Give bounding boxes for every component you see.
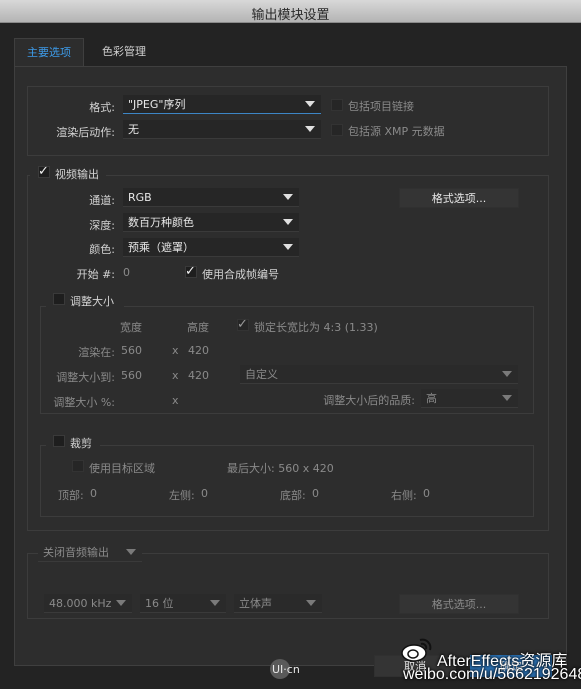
checkmark-icon: ✓ — [237, 317, 248, 332]
final-size-label: 最后大小: 560 x 420 — [227, 462, 334, 475]
audio-mode-value: 关闭音频输出 — [43, 546, 109, 559]
post-render-label: 渲染后动作: — [56, 126, 115, 139]
crop-right-label: 右侧: — [391, 489, 417, 502]
color-value: 预乘（遮罩） — [128, 241, 194, 254]
resize-checkbox[interactable] — [53, 293, 65, 305]
chevron-down-icon — [283, 244, 293, 250]
format-value: "JPEG"序列 — [128, 98, 186, 111]
resize-quality-value: 高 — [426, 392, 437, 405]
resize-percent-x: x — [172, 394, 179, 407]
chevron-down-icon — [502, 371, 512, 377]
crop-bottom-value[interactable]: 0 — [312, 487, 319, 500]
audio-rate-value: 48.000 kHz — [49, 597, 112, 610]
post-render-value: 无 — [128, 123, 139, 136]
crop-label: 裁剪 — [70, 437, 92, 450]
audio-rate-dropdown[interactable]: 48.000 kHz — [44, 594, 132, 613]
chevron-down-icon — [305, 101, 315, 107]
post-render-dropdown[interactable]: 无 — [123, 120, 321, 139]
channels-dropdown[interactable]: RGB — [123, 188, 299, 207]
resize-to-width[interactable]: 560 — [121, 369, 142, 382]
video-output-label: 视频输出 — [55, 168, 99, 181]
chevron-down-icon — [306, 600, 316, 606]
render-at-width: 560 — [121, 344, 142, 357]
format-label: 格式: — [89, 101, 115, 114]
audio-mode-dropdown[interactable]: 关闭音频输出 — [38, 543, 142, 562]
audio-bits-dropdown[interactable]: 16 位 — [140, 594, 226, 613]
resize-to-height[interactable]: 420 — [188, 369, 209, 382]
chevron-down-icon — [126, 549, 136, 555]
format-dropdown[interactable]: "JPEG"序列 — [123, 95, 321, 114]
include-project-link-checkbox[interactable] — [331, 99, 343, 111]
crop-checkbox[interactable] — [53, 435, 65, 447]
audio-bits-value: 16 位 — [145, 597, 174, 610]
crop-section — [40, 445, 534, 517]
crop-top-value[interactable]: 0 — [90, 487, 97, 500]
crop-left-label: 左侧: — [169, 489, 195, 502]
include-xmp-label: 包括源 XMP 元数据 — [348, 125, 445, 138]
use-roi-label: 使用目标区域 — [89, 462, 155, 475]
tab-bar: 主要选项 色彩管理 — [14, 38, 567, 66]
crop-top-label: 顶部: — [58, 489, 84, 502]
render-at-height: 420 — [188, 344, 209, 357]
checkmark-icon: ✓ — [185, 264, 196, 279]
title-bar: 输出模块设置 — [0, 0, 581, 23]
chevron-down-icon — [210, 600, 220, 606]
tab-main-options[interactable]: 主要选项 — [14, 38, 84, 66]
use-roi-checkbox[interactable] — [72, 460, 84, 472]
depth-dropdown[interactable]: 数百万种颜色 — [123, 213, 299, 232]
tab-color-management[interactable]: 色彩管理 — [86, 38, 162, 66]
audio-channels-value: 立体声 — [239, 597, 272, 610]
audio-channels-dropdown[interactable]: 立体声 — [234, 594, 322, 613]
render-at-x: x — [172, 344, 179, 357]
crop-left-value[interactable]: 0 — [201, 487, 208, 500]
include-xmp-checkbox[interactable] — [331, 124, 343, 136]
resize-label: 调整大小 — [70, 295, 114, 308]
uicn-watermark: UI·cn — [270, 659, 330, 681]
uicn-logo-text: UI·cn — [272, 663, 300, 676]
render-at-label: 渲染在: — [78, 346, 115, 359]
audio-format-options-button[interactable]: 格式选项... — [399, 594, 519, 614]
chevron-down-icon — [305, 126, 315, 132]
resize-to-x: x — [172, 369, 179, 382]
resize-preset-dropdown[interactable]: 自定义 — [240, 365, 518, 384]
resize-preset-value: 自定义 — [245, 368, 278, 381]
depth-value: 数百万种颜色 — [128, 216, 194, 229]
lock-aspect-label: 锁定长宽比为 4:3 (1.33) — [254, 321, 378, 334]
crop-bottom-label: 底部: — [280, 489, 306, 502]
depth-label: 深度: — [89, 219, 115, 232]
color-dropdown[interactable]: 预乘（遮罩） — [123, 238, 299, 257]
chevron-down-icon — [116, 600, 126, 606]
resize-quality-label: 调整大小后的品质: — [323, 394, 415, 407]
resize-percent-label: 调整大小 %: — [53, 396, 115, 409]
channels-value: RGB — [128, 191, 152, 204]
include-project-link-label: 包括项目链接 — [348, 100, 414, 113]
chevron-down-icon — [283, 194, 293, 200]
weibo-url-watermark: weibo.com/u/5662192648 — [403, 666, 581, 683]
resize-to-label: 调整大小到: — [56, 371, 115, 384]
width-header: 宽度 — [120, 321, 142, 334]
video-format-options-button[interactable]: 格式选项... — [399, 188, 519, 208]
start-frame-value[interactable]: 0 — [123, 266, 130, 279]
resize-quality-dropdown[interactable]: 高 — [421, 389, 518, 408]
color-label: 颜色: — [89, 243, 115, 256]
start-frame-label: 开始 #: — [76, 268, 115, 281]
height-header: 高度 — [187, 321, 209, 334]
weibo-logo-icon — [400, 634, 434, 664]
window-title: 输出模块设置 — [251, 8, 330, 23]
chevron-down-icon — [283, 219, 293, 225]
channels-label: 通道: — [89, 194, 115, 207]
use-comp-frame-label: 使用合成帧编号 — [202, 268, 279, 281]
chevron-down-icon — [502, 395, 512, 401]
crop-right-value[interactable]: 0 — [423, 487, 430, 500]
checkmark-icon: ✓ — [38, 164, 49, 179]
